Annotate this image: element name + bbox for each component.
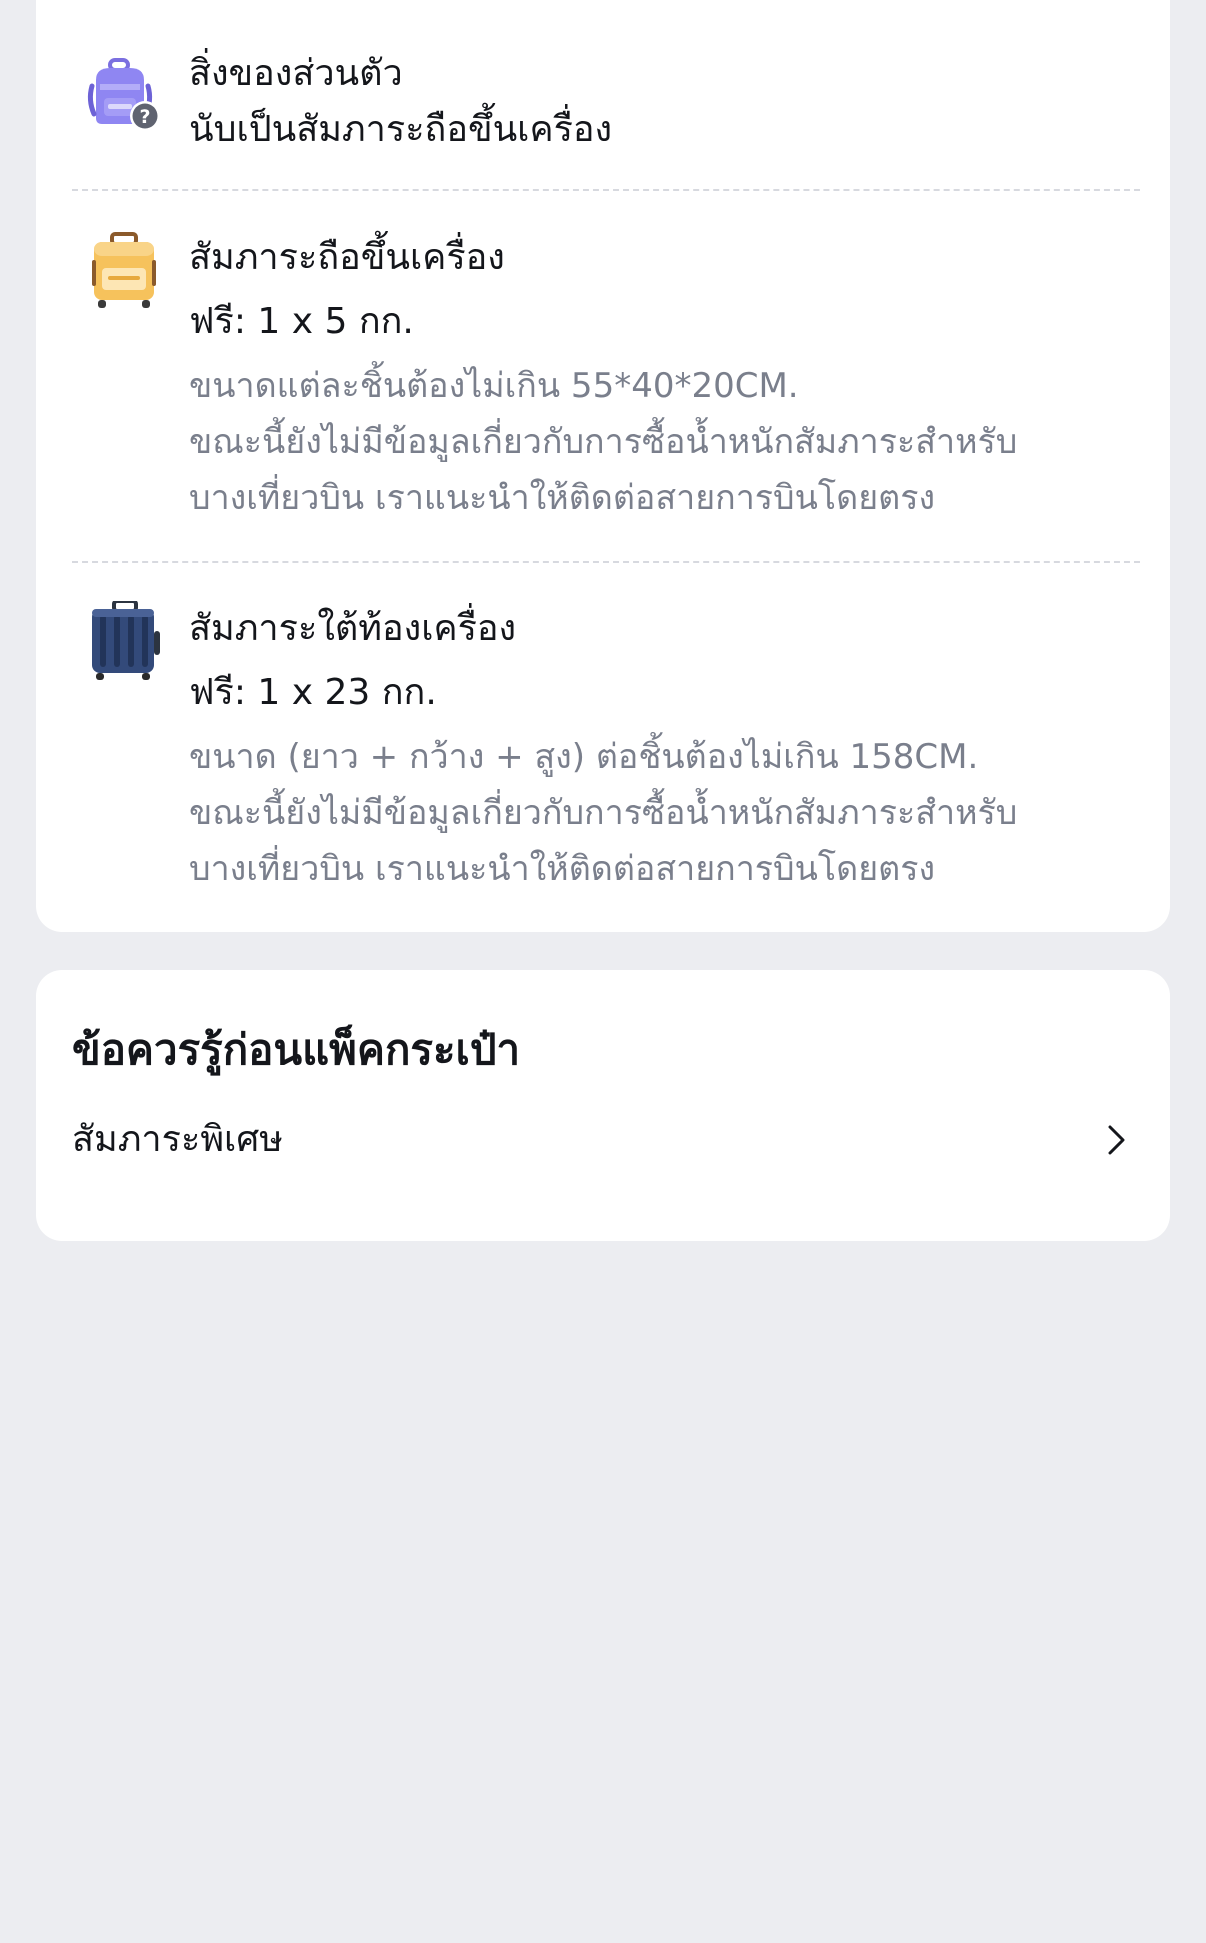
checked-desc-line1: ขนาด (ยาว + กว้าง + สูง) ต่อชิ้นต้องไม่เ… xyxy=(189,737,979,777)
checked-baggage-allowance: ฟรี: 1 x 23 กก. xyxy=(189,672,437,713)
carry-on-description: ขนาดแต่ละชิ้นต้องไม่เกิน 55*40*20CM. ขณะ… xyxy=(189,358,1139,526)
carry-on-desc-line1: ขนาดแต่ละชิ้นต้องไม่เกิน 55*40*20CM. xyxy=(189,366,799,406)
carry-on-title: สัมภาระถือขึ้นเครื่อง xyxy=(189,237,505,278)
chevron-right-icon xyxy=(1098,1122,1134,1158)
section-divider xyxy=(72,561,1140,563)
svg-text:?: ? xyxy=(139,106,150,128)
checked-baggage-description: ขนาด (ยาว + กว้าง + สูง) ต่อชิ้นต้องไม่เ… xyxy=(189,729,1139,897)
checked-desc-line3: บางเที่ยวบิน เราแนะนำให้ติดต่อสายการบินโ… xyxy=(189,849,936,889)
personal-item-title-line1: สิ่งของส่วนตัว xyxy=(189,53,403,94)
special-baggage-row[interactable]: สัมภาระพิเศษ xyxy=(72,1100,1134,1180)
checked-baggage-title: สัมภาระใต้ท้องเครื่อง xyxy=(189,608,517,649)
navy-checked-suitcase-icon xyxy=(84,601,164,681)
personal-item-title-line2: นับเป็นสัมภาระถือขึ้นเครื่อง xyxy=(189,109,613,150)
section-divider xyxy=(72,189,1140,191)
carry-on-desc-line2: ขณะนี้ยังไม่มีข้อมูลเกี่ยวกับการซื้อน้ำห… xyxy=(189,422,1018,462)
baggage-allowance-card: ? สิ่งของส่วนตัว นับเป็นสัมภาระถือขึ้นเค… xyxy=(36,0,1170,932)
packing-tips-card: ข้อควรรู้ก่อนแพ็คกระเป๋า สัมภาระพิเศษ xyxy=(36,970,1170,1241)
backpack-question-icon: ? xyxy=(84,56,164,136)
checked-desc-line2: ขณะนี้ยังไม่มีข้อมูลเกี่ยวกับการซื้อน้ำห… xyxy=(189,793,1018,833)
yellow-carry-on-suitcase-icon xyxy=(84,232,164,312)
special-baggage-label: สัมภาระพิเศษ xyxy=(72,1119,283,1160)
carry-on-desc-line3: บางเที่ยวบิน เราแนะนำให้ติดต่อสายการบินโ… xyxy=(189,478,936,518)
packing-tips-title: ข้อควรรู้ก่อนแพ็คกระเป๋า xyxy=(72,1025,521,1074)
carry-on-allowance: ฟรี: 1 x 5 กก. xyxy=(189,301,414,342)
